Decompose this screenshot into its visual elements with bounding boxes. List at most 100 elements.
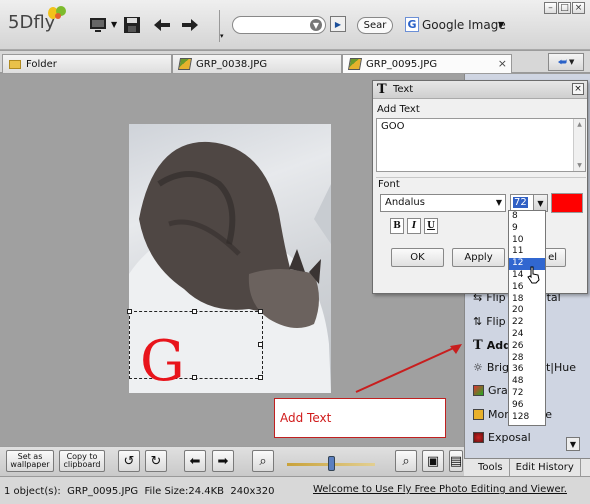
- font-size-option[interactable]: 18: [509, 294, 545, 306]
- dropdown-icon: ▼: [495, 198, 502, 207]
- text-scrollbar[interactable]: ▲ ▼: [573, 119, 585, 171]
- resize-handle[interactable]: [258, 375, 263, 380]
- font-size-value: 72: [513, 197, 528, 208]
- tool-label-tail: e: [545, 408, 552, 421]
- tool-grayscale[interactable]: Gra: [473, 384, 508, 397]
- tab-grp-0038[interactable]: GRP_0038.JPG: [172, 54, 342, 73]
- dropdown-icon[interactable]: ▼: [533, 195, 547, 211]
- font-family-select[interactable]: Andalus ▼: [380, 194, 506, 212]
- monitor-icon[interactable]: [86, 13, 110, 37]
- previous-icon[interactable]: ⬅: [184, 450, 206, 472]
- image-icon: [347, 58, 363, 70]
- tool-add-text[interactable]: T Add: [473, 338, 511, 353]
- callout-box: Add Text: [274, 398, 446, 438]
- save-icon[interactable]: [120, 13, 144, 37]
- resize-handle[interactable]: [258, 342, 263, 347]
- search-dropdown-icon[interactable]: ▼: [310, 19, 322, 31]
- tab-grp-0095[interactable]: GRP_0095.JPG ×: [342, 54, 512, 73]
- hand-cursor-icon: [527, 266, 540, 284]
- font-size-option[interactable]: 8: [509, 211, 545, 223]
- google-image-label[interactable]: Google Image: [422, 18, 506, 32]
- tab-navigation-button[interactable]: ⮨ ▼: [548, 53, 584, 71]
- font-size-option[interactable]: 72: [509, 388, 545, 400]
- tool-exposal[interactable]: Exposal: [473, 431, 531, 444]
- image-icon: [177, 58, 193, 70]
- search-button[interactable]: Sear: [357, 17, 393, 34]
- font-size-option[interactable]: 10: [509, 235, 545, 247]
- sun-icon: ☼: [473, 361, 483, 374]
- grayscale-icon: [473, 385, 484, 396]
- apply-button[interactable]: Apply: [452, 248, 505, 267]
- zoom-fit-icon[interactable]: ⌕: [252, 450, 274, 472]
- tool-label: Brig: [486, 361, 509, 374]
- font-size-list[interactable]: 8 9 10 11 12 14 16 18 20 22 24 26 28 36 48 72 96 128: [508, 210, 546, 426]
- italic-button[interactable]: I: [407, 218, 421, 234]
- resize-handle[interactable]: [127, 309, 132, 314]
- tab-folder[interactable]: Folder: [2, 54, 172, 73]
- dialog-titlebar[interactable]: T Text ×: [373, 81, 587, 99]
- tab-edit-history[interactable]: Edit History: [510, 459, 581, 476]
- maximize-icon[interactable]: □: [558, 2, 571, 14]
- tab-tools[interactable]: Tools: [472, 459, 510, 476]
- mono-icon: [473, 409, 484, 420]
- font-size-option[interactable]: 11: [509, 246, 545, 258]
- resize-handle[interactable]: [258, 309, 263, 314]
- logo-butterfly-icon: [48, 6, 66, 19]
- search-input[interactable]: ▼: [232, 16, 326, 34]
- rotate-right-icon[interactable]: ↻: [145, 450, 167, 472]
- tab-close-icon[interactable]: ×: [498, 57, 507, 70]
- fit-window-icon[interactable]: ▣: [422, 450, 444, 472]
- dialog-close-icon[interactable]: ×: [572, 83, 584, 95]
- font-size-option[interactable]: 96: [509, 400, 545, 412]
- text-dialog: T Text × Add Text GOO ▲ ▼ Font Andalus ▼ …: [372, 80, 588, 294]
- tool-label: Flip: [486, 315, 506, 328]
- zoom-in-icon[interactable]: ⌕: [395, 450, 417, 472]
- tab-label: GRP_0038.JPG: [196, 58, 268, 70]
- monitor-dropdown-icon[interactable]: ▼: [111, 20, 117, 29]
- next-icon[interactable]: ➡: [212, 450, 234, 472]
- underline-button[interactable]: U: [424, 218, 438, 234]
- minimize-icon[interactable]: –: [544, 2, 557, 14]
- font-size-option[interactable]: 22: [509, 317, 545, 329]
- status-file-info: 1 object(s): GRP_0095.JPG File Size:24.4…: [4, 486, 275, 497]
- font-size-option[interactable]: 48: [509, 376, 545, 388]
- font-label: Font: [378, 179, 403, 190]
- welcome-link[interactable]: Welcome to Use Fly Free Photo Editing an…: [313, 484, 567, 495]
- font-size-option[interactable]: 24: [509, 329, 545, 341]
- fullscreen-icon[interactable]: ▤: [449, 450, 463, 472]
- text-color-swatch[interactable]: [551, 193, 583, 213]
- font-size-option[interactable]: 26: [509, 341, 545, 353]
- font-size-option[interactable]: 36: [509, 364, 545, 376]
- text-input[interactable]: GOO ▲ ▼: [376, 118, 586, 172]
- panel-scroll-down-icon[interactable]: ▼: [566, 437, 580, 451]
- back-arrow-icon[interactable]: [150, 13, 174, 37]
- bottom-toolbar: Set as wallpaper Copy to clipboard ↺ ↻ ⬅ ➡…: [0, 446, 464, 476]
- callout-arrow: [355, 344, 462, 393]
- google-dropdown-icon[interactable]: ▼: [498, 20, 504, 29]
- dropdown-icon: ▼: [568, 58, 575, 66]
- copy-clipboard-button[interactable]: Copy to clipboard: [59, 450, 105, 472]
- bold-button[interactable]: B: [390, 218, 404, 234]
- ok-button[interactable]: OK: [391, 248, 444, 267]
- font-size-option[interactable]: 128: [509, 412, 545, 424]
- tab-label: Folder: [26, 58, 57, 70]
- close-icon[interactable]: ×: [572, 2, 585, 14]
- zoom-slider-thumb[interactable]: [328, 456, 335, 471]
- google-icon[interactable]: G: [405, 17, 419, 32]
- resize-handle[interactable]: [192, 375, 197, 380]
- exposure-icon: [473, 432, 484, 443]
- text-icon: T: [473, 338, 483, 353]
- font-size-option[interactable]: 9: [509, 223, 545, 235]
- rotate-left-icon[interactable]: ↺: [118, 450, 140, 472]
- tool-flip[interactable]: ⇅ Flip: [473, 315, 506, 328]
- font-size-option[interactable]: 28: [509, 353, 545, 365]
- tab-bar: Folder GRP_0038.JPG GRP_0095.JPG ×: [0, 51, 590, 73]
- resize-handle[interactable]: [192, 309, 197, 314]
- go-icon[interactable]: ▶: [330, 16, 346, 32]
- text-icon: T: [377, 82, 387, 97]
- tool-label: Exposal: [488, 431, 531, 444]
- set-wallpaper-button[interactable]: Set as wallpaper: [6, 450, 54, 472]
- font-size-option[interactable]: 20: [509, 305, 545, 317]
- tool-label: Gra: [488, 384, 508, 397]
- forward-arrow-icon[interactable]: [178, 13, 202, 37]
